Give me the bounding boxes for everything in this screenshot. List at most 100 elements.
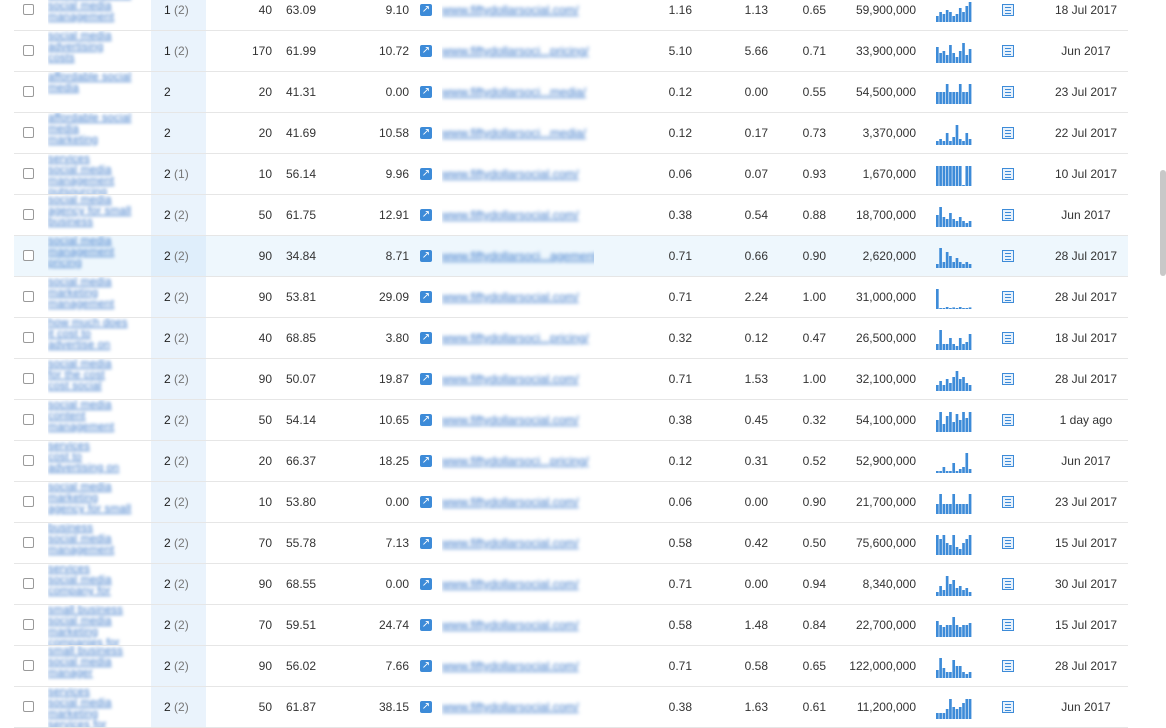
serp-snapshot-button[interactable]	[1002, 687, 1016, 727]
url-link[interactable]: www.fiftydollarsocial.com/	[442, 154, 594, 194]
serp-snapshot-button[interactable]	[1002, 318, 1016, 358]
row-checkbox[interactable]	[23, 86, 34, 97]
keyword-link[interactable]: small business social media marketing compa…	[48, 605, 152, 645]
url-link[interactable]: www.fiftydollarsoci...pricing/	[442, 441, 594, 481]
keyword-link[interactable]: social media content management	[48, 400, 152, 440]
keyword-link[interactable]: social media marketing agency for small	[48, 482, 152, 522]
url-link[interactable]: www.fiftydollarsocial.com/	[442, 277, 594, 317]
serp-snapshot-button[interactable]	[1002, 482, 1016, 522]
external-link-button[interactable]: ↗	[420, 564, 434, 604]
trend-bar	[962, 504, 965, 514]
keyword-link[interactable]: services cost to advertising on	[48, 441, 152, 481]
external-link-button[interactable]: ↗	[420, 113, 434, 153]
serp-snapshot-button[interactable]	[1002, 564, 1016, 604]
position-value: 2 (2)	[164, 400, 189, 440]
keyword-link[interactable]: social media advertising costs	[48, 31, 152, 71]
row-checkbox[interactable]	[23, 537, 34, 548]
serp-snapshot-button[interactable]	[1002, 113, 1016, 153]
row-checkbox[interactable]	[23, 414, 34, 425]
url-link[interactable]: www.fiftydollarsocial.com/	[442, 195, 594, 235]
keyword-link[interactable]: small business social media manager	[48, 646, 152, 686]
row-checkbox[interactable]	[23, 578, 34, 589]
serp-snapshot-button[interactable]	[1002, 195, 1016, 235]
external-link-button[interactable]: ↗	[420, 605, 434, 645]
url-link[interactable]: www.fiftydollarsoci...pricing/	[442, 318, 594, 358]
row-checkbox[interactable]	[23, 373, 34, 384]
serp-snapshot-button[interactable]	[1002, 0, 1016, 30]
external-link-button[interactable]: ↗	[420, 646, 434, 686]
url-link[interactable]: www.fiftydollarsocial.com/	[442, 482, 594, 522]
cpc-value: 0.00	[385, 577, 409, 591]
row-checkbox[interactable]	[23, 291, 34, 302]
metric-traffic: 0.06	[668, 167, 692, 181]
external-link-button[interactable]: ↗	[420, 236, 434, 276]
url-link[interactable]: www.fiftydollarsoci...media/	[442, 72, 594, 112]
url-link[interactable]: www.fiftydollarsoci...agement/	[442, 236, 594, 276]
serp-snapshot-button[interactable]	[1002, 72, 1016, 112]
url-link[interactable]: www.fiftydollarsocial.com/	[442, 400, 594, 440]
external-link-button[interactable]: ↗	[420, 482, 434, 522]
url-link[interactable]: www.fiftydollarsocial.com/	[442, 564, 594, 604]
external-link-button[interactable]: ↗	[420, 277, 434, 317]
row-checkbox[interactable]	[23, 660, 34, 671]
serp-snapshot-button[interactable]	[1002, 359, 1016, 399]
url-link[interactable]: www.fiftydollarsocial.com/	[442, 605, 594, 645]
serp-snapshot-button[interactable]	[1002, 646, 1016, 686]
external-link-button[interactable]: ↗	[420, 154, 434, 194]
search-volume: 90	[258, 290, 272, 304]
keyword-link[interactable]: services social media management outsourcin…	[48, 154, 152, 194]
serp-snapshot-button[interactable]	[1002, 523, 1016, 563]
keyword-link[interactable]: how much does it cost to advertise on	[48, 318, 152, 358]
row-checkbox[interactable]	[23, 332, 34, 343]
keyword-link[interactable]: services social media company for	[48, 564, 152, 604]
row-checkbox[interactable]	[23, 127, 34, 138]
serp-snapshot-button[interactable]	[1002, 400, 1016, 440]
keyword-link[interactable]: business social media management	[48, 523, 152, 563]
external-link-button[interactable]: ↗	[420, 400, 434, 440]
serp-snapshot-button[interactable]	[1002, 277, 1016, 317]
position-value: 2 (2)	[164, 318, 189, 358]
serp-snapshot-button[interactable]	[1002, 236, 1016, 276]
keyword-link[interactable]: social media agency for small business	[48, 195, 152, 235]
row-checkbox[interactable]	[23, 4, 34, 15]
keyword-link[interactable]: social media for the cost cost social	[48, 359, 152, 399]
row-checkbox[interactable]	[23, 701, 34, 712]
external-link-button[interactable]: ↗	[420, 441, 434, 481]
row-checkbox[interactable]	[23, 45, 34, 56]
serp-snapshot-button[interactable]	[1002, 31, 1016, 71]
keyword-link[interactable]: social media management pricing	[48, 236, 152, 276]
external-link-button[interactable]: ↗	[420, 359, 434, 399]
serp-snapshot-button[interactable]	[1002, 605, 1016, 645]
external-link-button[interactable]: ↗	[420, 687, 434, 727]
keyword-text-line: outsourcing	[48, 186, 108, 195]
row-checkbox[interactable]	[23, 168, 34, 179]
metric-competition: 0.84	[802, 618, 826, 632]
url-link[interactable]: www.fiftydollarsocial.com/	[442, 359, 594, 399]
row-checkbox[interactable]	[23, 250, 34, 261]
external-link-button[interactable]: ↗	[420, 195, 434, 235]
external-link-button[interactable]: ↗	[420, 31, 434, 71]
external-link-button[interactable]: ↗	[420, 523, 434, 563]
keyword-link[interactable]: affordable socialsocial mediamanagement	[48, 0, 152, 30]
url-link[interactable]: www.fiftydollarsocial.com/	[442, 687, 594, 727]
row-checkbox[interactable]	[23, 209, 34, 220]
url-link[interactable]: www.fiftydollarsoci...pricing/	[442, 31, 594, 71]
url-link[interactable]: www.fiftydollarsocial.com/	[442, 646, 594, 686]
external-link-button[interactable]: ↗	[420, 72, 434, 112]
url-link[interactable]: www.fiftydollarsocial.com/	[442, 523, 594, 563]
row-checkbox[interactable]	[23, 496, 34, 507]
position-value: 2 (1)	[164, 154, 189, 194]
row-checkbox[interactable]	[23, 619, 34, 630]
keyword-link[interactable]: affordable social media marketing	[48, 113, 152, 153]
external-link-button[interactable]: ↗	[420, 0, 434, 30]
serp-snapshot-button[interactable]	[1002, 441, 1016, 481]
vertical-scrollbar[interactable]	[1160, 170, 1166, 276]
serp-snapshot-button[interactable]	[1002, 154, 1016, 194]
keyword-link[interactable]: social media marketing management	[48, 277, 152, 317]
url-link[interactable]: www.fiftydollarsoci...media/	[442, 113, 594, 153]
row-checkbox[interactable]	[23, 455, 34, 466]
external-link-button[interactable]: ↗	[420, 318, 434, 358]
keyword-link[interactable]: affordable social media	[48, 72, 152, 112]
keyword-link[interactable]: services social media marketing services fo…	[48, 687, 152, 727]
url-link[interactable]: www.fiftydollarsocial.com/	[442, 0, 594, 30]
